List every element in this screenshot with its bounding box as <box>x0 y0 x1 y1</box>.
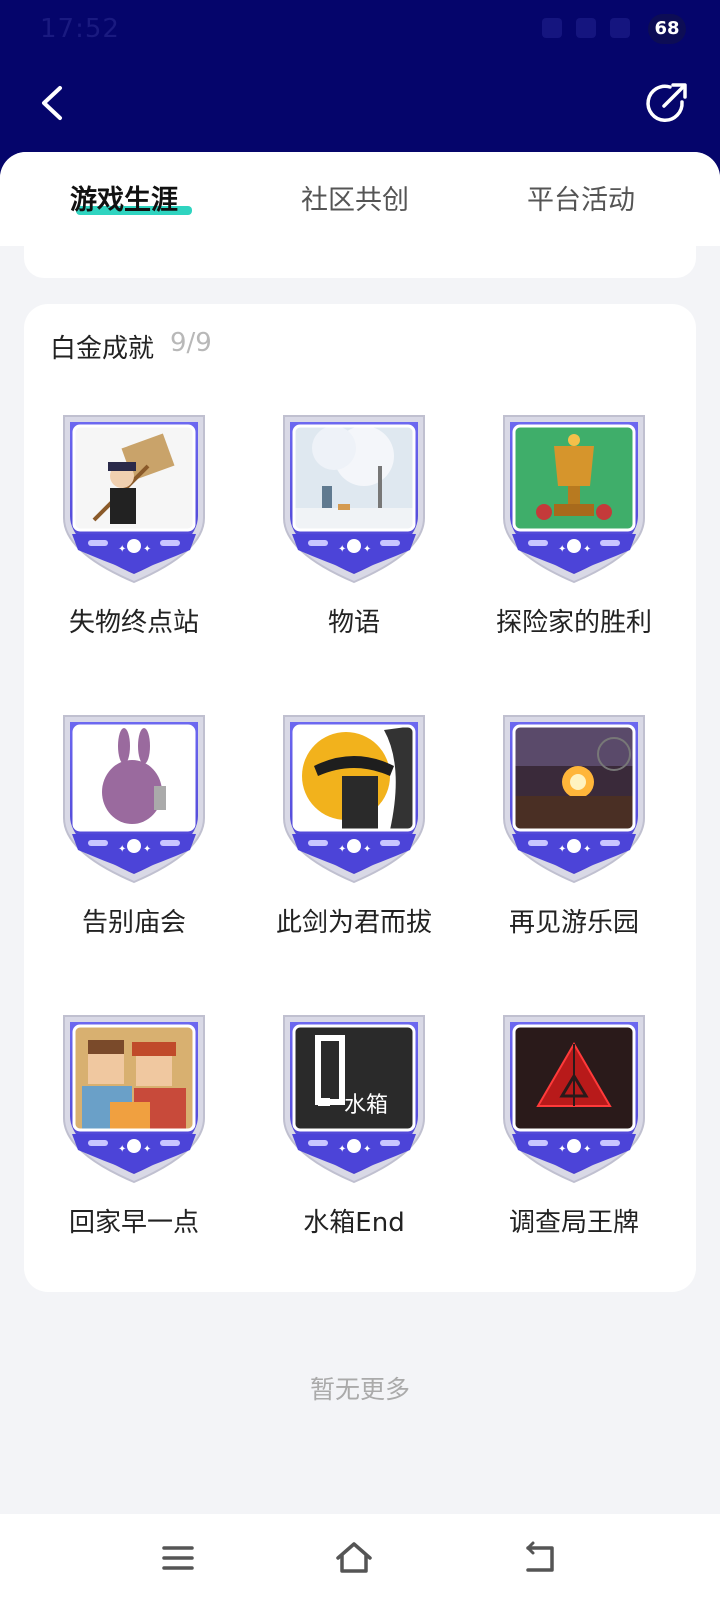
swordsman-sun-badge-icon: ✦ ✦ <box>283 715 425 884</box>
boy-with-sign-badge-icon: ✦ ✦ <box>63 415 205 584</box>
tab-game-career[interactable]: 游戏生涯 <box>70 178 178 217</box>
status-bar: 17:52 68 <box>0 0 720 56</box>
platinum-achievements-card: 白金成就 9/9 ✦ ✦ 失物终点站 ✦ ✦ 物语 ✦ ✦ 探险家的胜利 ✦ ✦ 告别庙会 ✦ ✦ 此剑为君… <box>24 304 696 1292</box>
tab-bar: 游戏生涯 社区共创 平台活动 <box>0 152 720 246</box>
battery-badge: 68 <box>648 14 686 44</box>
achievement-badge[interactable]: ✦ ✦ 再见游乐园 <box>474 712 674 972</box>
badge-label: 此剑为君而拔 <box>275 908 432 938</box>
achievement-badge[interactable]: ✦ ✦ 告别庙会 <box>34 712 234 972</box>
achievement-badge[interactable]: ✦ ✦ 探险家的胜利 <box>474 412 674 672</box>
pixel-family-badge-icon: ✦ ✦ <box>63 1015 205 1184</box>
achievement-badge[interactable]: 水箱 ✦ ✦ 水箱End <box>254 1012 454 1272</box>
previous-card-bottom <box>24 246 696 278</box>
svg-text:✦: ✦ <box>338 844 346 855</box>
badge-label: 失物终点站 <box>68 608 199 638</box>
svg-text:✦: ✦ <box>363 544 371 555</box>
badge-label: 再见游乐园 <box>508 908 639 938</box>
svg-text:✦: ✦ <box>338 544 346 555</box>
svg-text:✦: ✦ <box>338 1144 346 1155</box>
section-title: 白金成就 <box>50 334 155 364</box>
status-icons <box>542 18 630 38</box>
home-icon <box>336 1542 372 1573</box>
svg-text:✦: ✦ <box>583 1144 591 1155</box>
svg-text:✦: ✦ <box>143 1144 151 1155</box>
nav-home-button[interactable] <box>332 1538 376 1578</box>
chevron-left-icon <box>42 86 62 120</box>
tab-community[interactable]: 社区共创 <box>301 178 409 217</box>
svg-text:✦: ✦ <box>583 844 591 855</box>
amusement-park-sunset-badge-icon: ✦ ✦ <box>503 715 645 884</box>
badge-label: 告别庙会 <box>81 908 186 938</box>
svg-text:✦: ✦ <box>583 544 591 555</box>
system-nav-bar <box>0 1514 720 1600</box>
wifi-icon <box>610 18 630 38</box>
badge-label: 水箱End <box>303 1208 405 1238</box>
share-button[interactable] <box>642 78 692 128</box>
achievement-badge[interactable]: ✦ ✦ 调查局王牌 <box>474 1012 674 1272</box>
svg-text:✦: ✦ <box>363 1144 371 1155</box>
signal-icon <box>576 18 596 38</box>
achievement-badge[interactable]: ✦ ✦ 失物终点站 <box>34 412 234 672</box>
svg-text:✦: ✦ <box>118 1144 126 1155</box>
svg-text:✦: ✦ <box>363 844 371 855</box>
nav-back-button[interactable] <box>518 1538 562 1578</box>
snow-tree-badge-icon: ✦ ✦ <box>283 415 425 584</box>
back-icon <box>526 1541 554 1572</box>
golden-trophy-badge-icon: ✦ ✦ <box>503 415 645 584</box>
svg-text:✦: ✦ <box>143 544 151 555</box>
achievement-badge[interactable]: ✦ ✦ 物语 <box>254 412 454 672</box>
water-tank-logo-badge-icon: 水箱 ✦ ✦ <box>283 1015 425 1184</box>
status-time: 17:52 <box>40 14 120 44</box>
red-triangle-badge-icon: ✦ ✦ <box>503 1015 645 1184</box>
purple-rabbit-badge-icon: ✦ ✦ <box>63 715 205 884</box>
svg-text:✦: ✦ <box>118 844 126 855</box>
svg-text:✦: ✦ <box>143 844 151 855</box>
moon-icon <box>542 18 562 38</box>
badge-label: 回家早一点 <box>68 1208 199 1238</box>
svg-text:水箱: 水箱 <box>344 1093 388 1118</box>
content-panel: 游戏生涯 社区共创 平台活动 白金成就 9/9 ✦ ✦ 失物终点站 ✦ ✦ 物语 ✦ ✦ 探险家… <box>0 152 720 1514</box>
back-button[interactable] <box>30 78 80 128</box>
achievement-badge[interactable]: ✦ ✦ 回家早一点 <box>34 1012 234 1272</box>
no-more-text: 暂无更多 <box>309 1375 410 1404</box>
svg-text:✦: ✦ <box>558 844 566 855</box>
badge-label: 物语 <box>327 608 380 638</box>
share-icon <box>646 83 687 122</box>
tab-platform-events[interactable]: 平台活动 <box>527 178 635 217</box>
section-count: 9/9 <box>170 328 212 358</box>
badge-label: 探险家的胜利 <box>495 608 652 638</box>
svg-text:✦: ✦ <box>558 1144 566 1155</box>
nav-menu-button[interactable] <box>156 1538 200 1578</box>
svg-text:✦: ✦ <box>558 544 566 555</box>
menu-icon <box>162 1546 194 1570</box>
badge-label: 调查局王牌 <box>508 1208 639 1238</box>
svg-text:✦: ✦ <box>118 544 126 555</box>
achievement-badge[interactable]: ✦ ✦ 此剑为君而拔 <box>254 712 454 972</box>
